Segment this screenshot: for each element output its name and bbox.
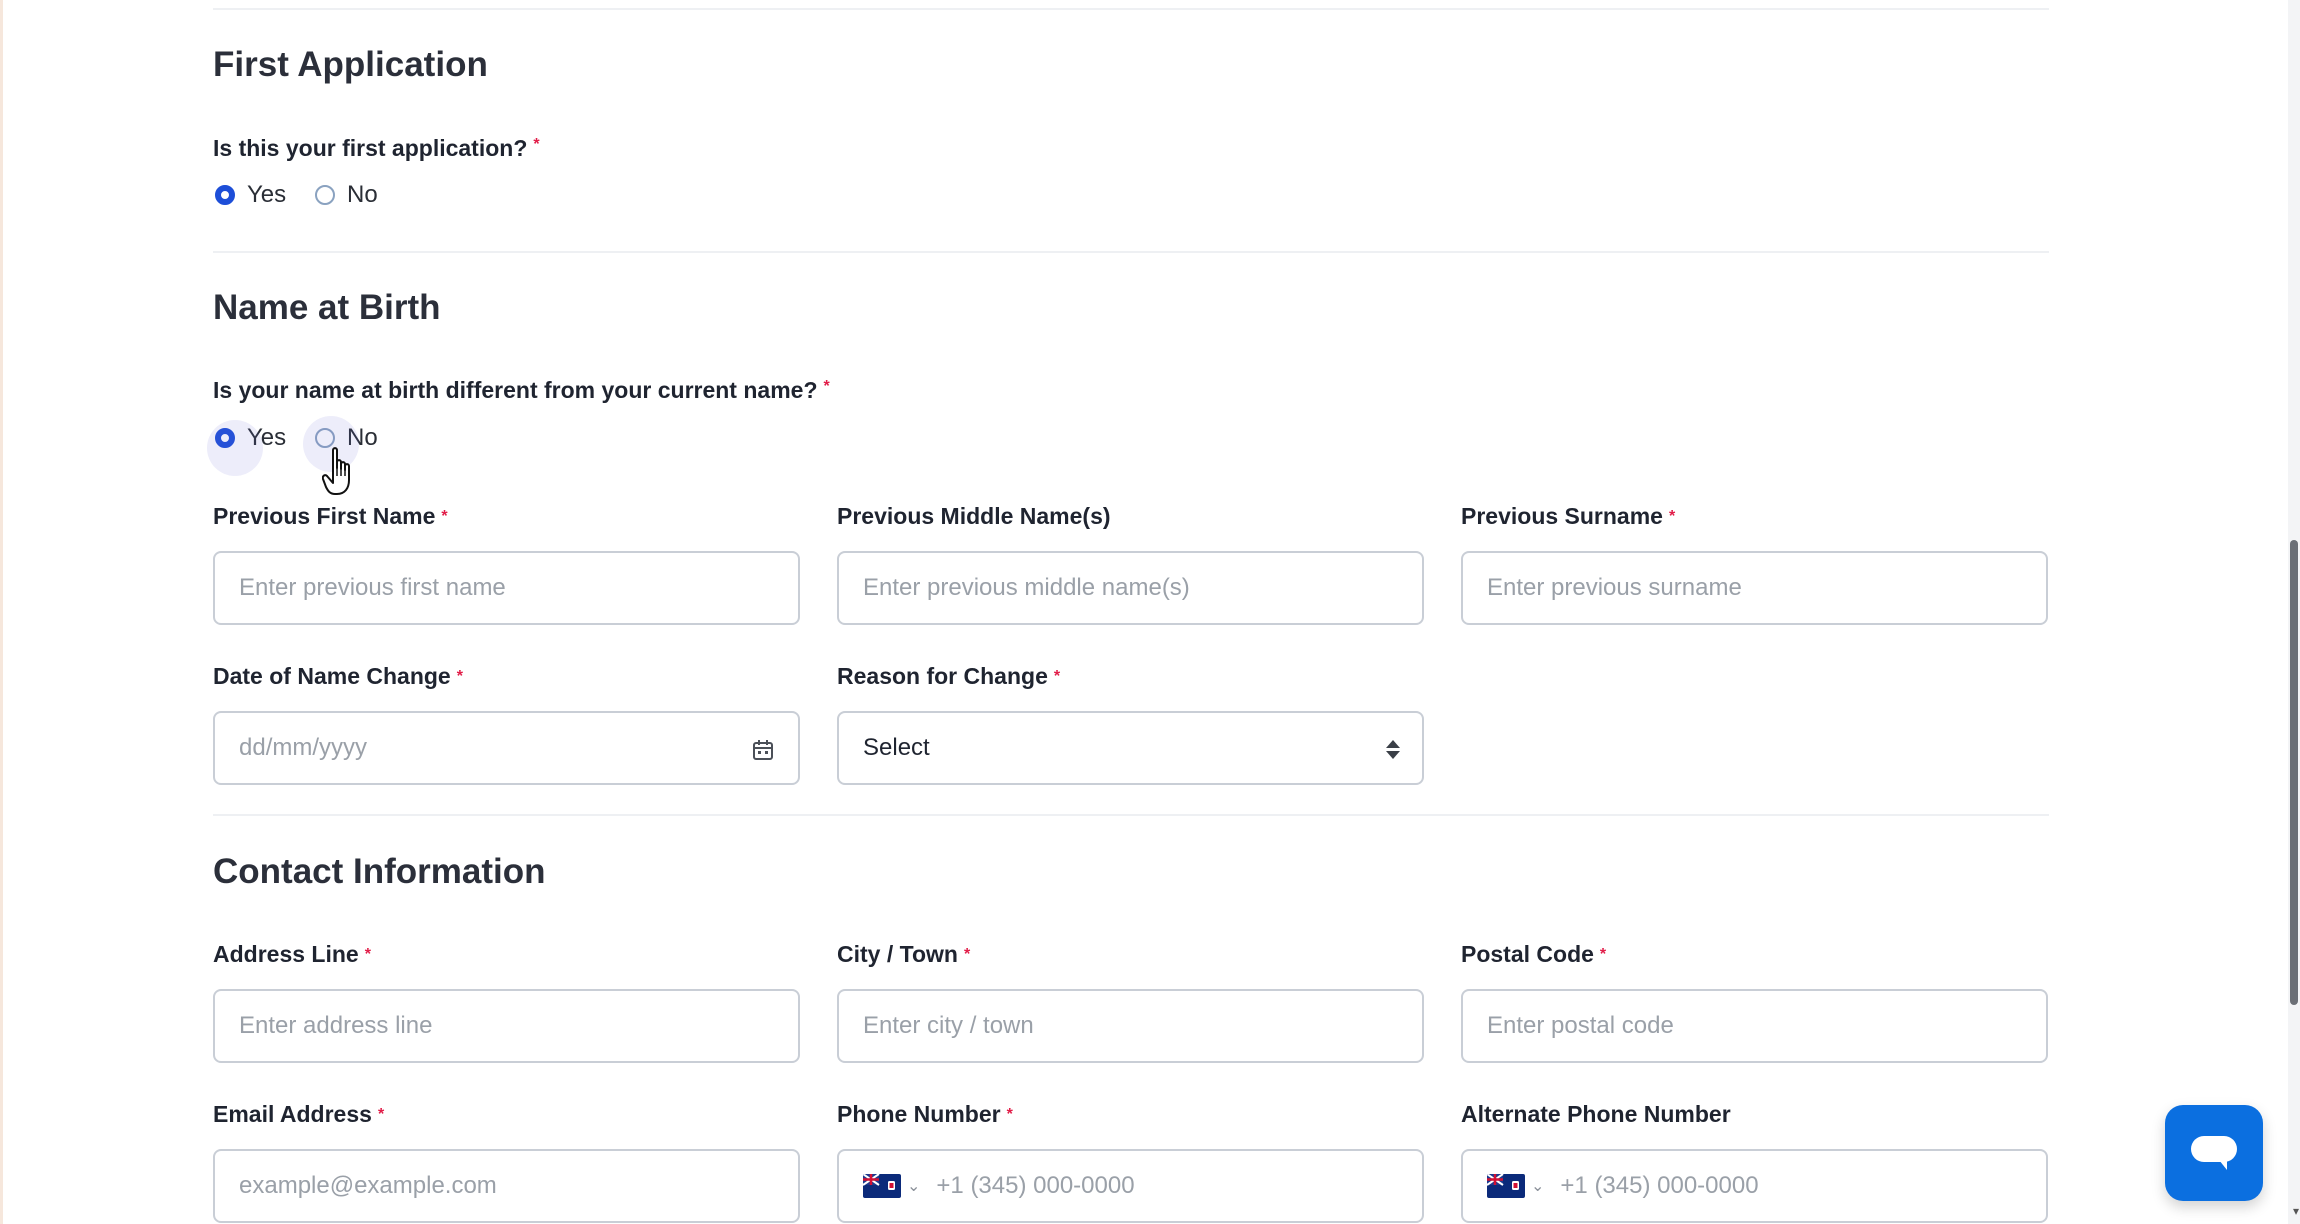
label-text: Previous First Name xyxy=(213,503,436,529)
postal-code-input[interactable] xyxy=(1487,991,2022,1061)
first-application-no-option[interactable]: No xyxy=(315,179,378,211)
label-text: Email Address xyxy=(213,1101,372,1127)
previous-surname-input[interactable] xyxy=(1487,553,2022,623)
date-of-name-change-box xyxy=(213,711,800,785)
name-at-birth-question-text: Is your name at birth different from you… xyxy=(213,377,818,403)
field-label: City / Town * xyxy=(837,938,1424,970)
required-mark: * xyxy=(823,378,830,395)
field-label: Email Address * xyxy=(213,1098,800,1130)
previous-first-name-box xyxy=(213,551,800,625)
city-town-box xyxy=(837,989,1424,1063)
label-text: Date of Name Change xyxy=(213,663,451,689)
page-edge xyxy=(0,0,3,1224)
radio-no[interactable] xyxy=(315,185,335,205)
required-mark: * xyxy=(1053,668,1061,685)
alternate-phone-number-field: Alternate Phone Number ⌄ xyxy=(1461,1098,2048,1223)
alternate-phone-number-input[interactable] xyxy=(1560,1151,2022,1221)
required-mark: * xyxy=(533,136,540,153)
hover-halo xyxy=(303,416,359,472)
field-label: Phone Number * xyxy=(837,1098,1424,1130)
label-text: Phone Number xyxy=(837,1101,1001,1127)
field-label: Reason for Change * xyxy=(837,660,1424,692)
required-mark: * xyxy=(1006,1106,1013,1123)
cayman-islands-flag-icon[interactable] xyxy=(1487,1174,1525,1198)
first-application-question: Is this your first application? * xyxy=(213,135,540,162)
previous-surname-field: Previous Surname * xyxy=(1461,500,2048,625)
field-label: Previous Surname * xyxy=(1461,500,2048,532)
city-town-field: City / Town * xyxy=(837,938,1424,1063)
field-label: Alternate Phone Number xyxy=(1461,1101,1731,1127)
address-line-input[interactable] xyxy=(239,991,774,1061)
radio-yes-checked[interactable] xyxy=(207,420,263,476)
required-mark: * xyxy=(1599,946,1607,963)
field-label: Previous Middle Name(s) xyxy=(837,503,1111,529)
cayman-islands-flag-icon[interactable] xyxy=(863,1174,901,1198)
postal-code-box xyxy=(1461,989,2048,1063)
section-title-name-at-birth: Name at Birth xyxy=(213,288,441,327)
radio-yes-label: Yes xyxy=(247,181,287,208)
phone-number-input[interactable] xyxy=(936,1151,1398,1221)
required-mark: * xyxy=(456,668,463,685)
reason-for-change-select[interactable]: Select xyxy=(837,711,1424,785)
section-divider xyxy=(213,251,2049,253)
calendar-icon[interactable] xyxy=(752,739,774,761)
label-text: Previous Surname xyxy=(1461,503,1663,529)
label-text: Address Line xyxy=(213,941,359,967)
section-title-first-application: First Application xyxy=(213,45,488,84)
focus-halo xyxy=(207,420,263,476)
reason-for-change-field: Reason for Change * Select xyxy=(837,660,1424,785)
select-value: Select xyxy=(863,734,930,761)
required-mark: * xyxy=(963,946,971,963)
previous-surname-box xyxy=(1461,551,2048,625)
name-at-birth-yes-option[interactable]: Yes xyxy=(207,420,286,476)
city-town-input[interactable] xyxy=(863,991,1398,1061)
previous-first-name-field: Previous First Name * xyxy=(213,500,800,625)
email-address-input[interactable] xyxy=(239,1151,774,1221)
previous-middle-names-box xyxy=(837,551,1424,625)
required-mark: * xyxy=(364,946,371,963)
required-mark: * xyxy=(377,1106,385,1123)
section-divider xyxy=(213,8,2049,10)
address-line-box xyxy=(213,989,800,1063)
phone-number-field: Phone Number * ⌄ xyxy=(837,1098,1424,1223)
address-line-field: Address Line * xyxy=(213,938,800,1063)
required-mark: * xyxy=(1668,508,1676,525)
field-label: Postal Code * xyxy=(1461,938,2048,970)
name-at-birth-no-option[interactable]: No xyxy=(303,416,378,472)
phone-number-box: ⌄ xyxy=(837,1149,1424,1223)
label-text: City / Town xyxy=(837,941,958,967)
postal-code-field: Postal Code * xyxy=(1461,938,2048,1063)
label-text: Reason for Change xyxy=(837,663,1048,689)
first-application-question-text: Is this your first application? xyxy=(213,135,528,161)
previous-first-name-input[interactable] xyxy=(239,553,774,623)
name-at-birth-question: Is your name at birth different from you… xyxy=(213,377,830,404)
chevron-down-icon[interactable]: ⌄ xyxy=(1531,1176,1544,1196)
scrollbar-track[interactable]: ▾ xyxy=(2288,0,2300,1224)
first-application-yes-option[interactable]: Yes xyxy=(215,179,286,211)
email-address-box xyxy=(213,1149,800,1223)
previous-middle-names-input[interactable] xyxy=(863,553,1398,623)
scrollbar-thumb[interactable] xyxy=(2290,540,2298,1005)
required-mark: * xyxy=(441,508,448,525)
chat-bubble-icon xyxy=(2191,1136,2237,1170)
field-label: Address Line * xyxy=(213,938,800,970)
radio-no-label: No xyxy=(347,181,378,208)
alternate-phone-number-box: ⌄ xyxy=(1461,1149,2048,1223)
scroll-down-arrow-icon[interactable]: ▾ xyxy=(2293,1204,2299,1218)
email-address-field: Email Address * xyxy=(213,1098,800,1223)
date-of-name-change-input[interactable] xyxy=(239,713,774,783)
section-divider xyxy=(213,814,2049,816)
chat-button[interactable] xyxy=(2165,1105,2263,1201)
application-form: First Application Is this your first app… xyxy=(207,0,2049,1224)
chevron-down-icon[interactable]: ⌄ xyxy=(907,1176,920,1196)
section-title-contact-information: Contact Information xyxy=(213,852,546,891)
previous-middle-names-field: Previous Middle Name(s) xyxy=(837,500,1424,625)
radio-yes-checked[interactable] xyxy=(215,185,235,205)
label-text: Postal Code xyxy=(1461,941,1594,967)
sort-arrows-icon xyxy=(1386,735,1400,765)
field-label: Previous First Name * xyxy=(213,500,800,532)
radio-no[interactable] xyxy=(303,416,359,472)
field-label: Date of Name Change * xyxy=(213,660,800,692)
date-of-name-change-field: Date of Name Change * xyxy=(213,660,800,785)
